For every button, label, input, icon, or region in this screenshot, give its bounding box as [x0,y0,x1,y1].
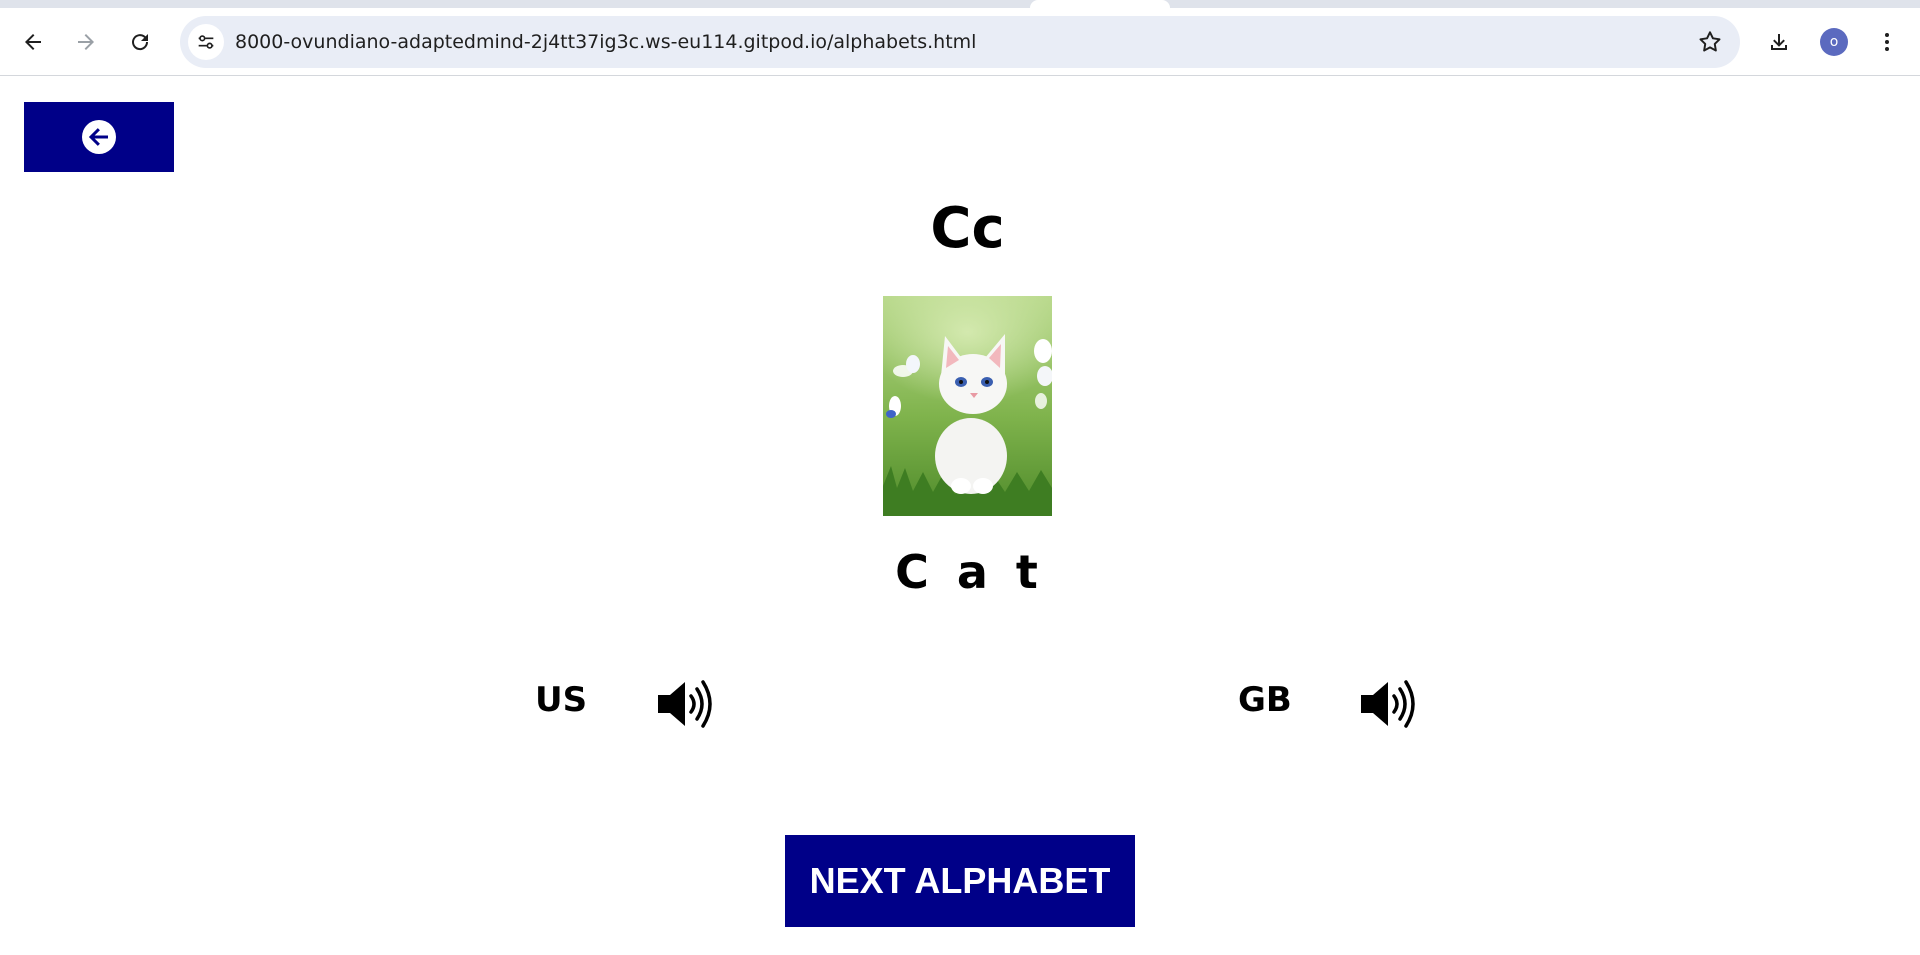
kitten-picture [883,296,1052,516]
active-tab[interactable] [1030,0,1170,8]
profile-avatar[interactable]: o [1820,28,1848,56]
download-icon [1771,34,1787,50]
arrow-right-icon [78,34,94,50]
kebab-menu-icon [1885,33,1889,51]
tune-icon [198,35,214,49]
tab-strip [0,0,1920,8]
arrow-left-icon [25,34,41,50]
next-alphabet-button[interactable]: NEXT ALPHABET [785,835,1135,927]
go-back-button[interactable] [24,102,174,172]
url-text[interactable]: 8000-ovundiano-adaptedmind-2j4tt37ig3c.w… [235,16,976,68]
circle-arrow-left-icon [82,120,116,154]
speaker-icon[interactable] [1358,676,1420,732]
reload-button[interactable] [121,23,159,61]
bookmark-button[interactable] [1696,28,1724,56]
browser-menu-button[interactable] [1868,23,1906,61]
reload-icon [132,34,149,51]
browser-toolbar: 8000-ovundiano-adaptedmind-2j4tt37ig3c.w… [0,8,1920,76]
us-accent-label: US [535,680,588,720]
gb-accent-label: GB [1238,680,1292,720]
speaker-icon[interactable] [655,676,717,732]
back-nav-button[interactable] [14,23,52,61]
site-info-button[interactable] [188,24,224,60]
star-icon [1699,31,1721,52]
address-bar[interactable]: 8000-ovundiano-adaptedmind-2j4tt37ig3c.w… [180,16,1740,68]
forward-nav-button[interactable] [67,23,105,61]
downloads-button[interactable] [1760,23,1798,61]
example-word: C a t [895,545,1040,599]
letter-heading: Cc [930,196,1005,261]
